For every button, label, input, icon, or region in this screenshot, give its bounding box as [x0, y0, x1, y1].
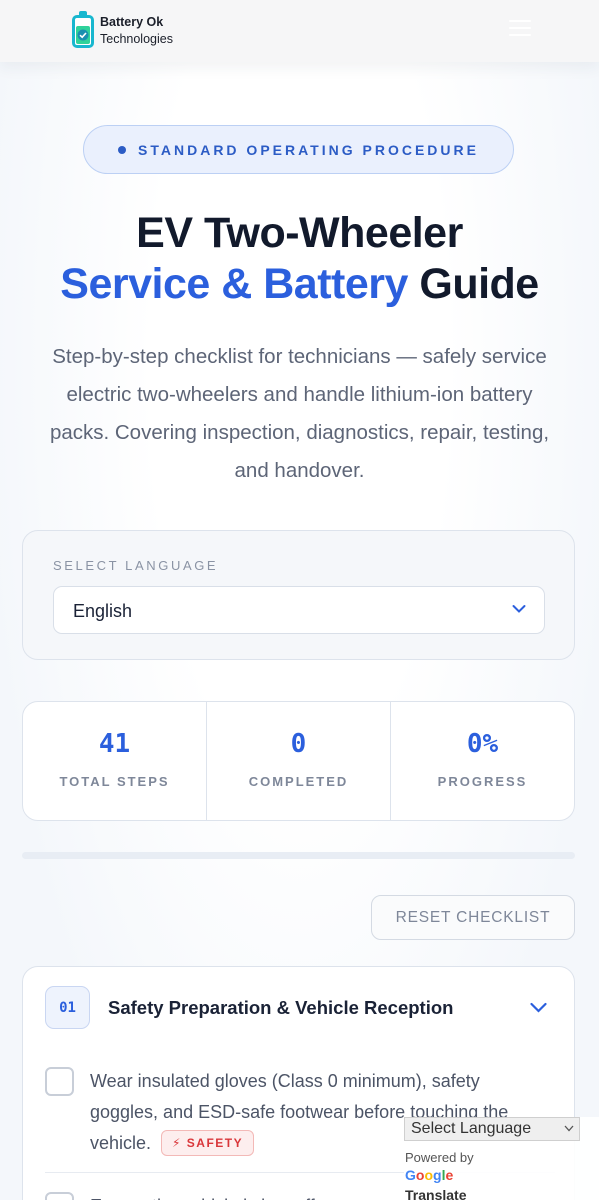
step-checkbox[interactable] [45, 1067, 74, 1096]
google-logo-letter: G [405, 1167, 416, 1183]
stat-progress-value: 0% [466, 729, 499, 759]
google-logo-letter: o [424, 1167, 434, 1183]
stat-completed-value: 0 [290, 729, 307, 759]
step-checkbox[interactable] [45, 1192, 74, 1200]
title-line1: EV Two-Wheeler [136, 209, 463, 257]
translate-select-label: Select Language [411, 1120, 532, 1137]
translate-language-select[interactable]: Select Language [404, 1117, 580, 1141]
safety-tag: ⚡ SAFETY [161, 1130, 255, 1156]
chevron-down-icon[interactable] [530, 1002, 547, 1013]
stat-total-steps-label: TOTAL STEPS [59, 774, 170, 789]
translate-link[interactable]: Translate [405, 1187, 466, 1200]
language-select[interactable]: English [53, 586, 545, 634]
eyebrow-badge: STANDARD OPERATING PROCEDURE [83, 125, 514, 174]
stat-completed-label: COMPLETED [248, 774, 349, 789]
brand-logo[interactable]: Battery Ok Technologies [72, 11, 182, 50]
section-number-badge: 01 [45, 986, 90, 1029]
dot-icon [118, 145, 127, 154]
stat-progress-label: PROGRESS [437, 774, 528, 789]
language-card: SELECT LANGUAGE English [22, 530, 575, 660]
title-accent: Service & Battery [60, 260, 408, 308]
powered-by-text: Powered by [405, 1150, 474, 1165]
brand-name: Battery Ok Technologies [100, 14, 173, 48]
hamburger-menu-icon[interactable] [509, 20, 531, 38]
language-label: SELECT LANGUAGE [53, 558, 219, 573]
page-subtitle: Step-by-step checklist for technicians —… [49, 345, 550, 482]
chevron-down-icon [564, 1125, 574, 1132]
section-title[interactable]: Safety Preparation & Vehicle Reception [108, 997, 453, 1019]
google-logo-letter: g [433, 1167, 442, 1183]
stats-card: 41 TOTAL STEPS 0 COMPLETED 0% PROGRESS [22, 701, 575, 821]
chevron-down-icon [512, 605, 526, 613]
top-header: Battery Ok Technologies [0, 0, 599, 62]
stat-total-steps: 41 TOTAL STEPS [23, 702, 206, 820]
google-translate-widget: Select Language Powered by Google Transl… [404, 1117, 599, 1200]
progress-bar [22, 852, 575, 859]
stat-completed: 0 COMPLETED [206, 702, 390, 820]
page-title: EV Two-Wheeler Service & Battery Guide [0, 208, 599, 310]
reset-checklist-button[interactable]: RESET CHECKLIST [371, 895, 575, 940]
check-mark-icon [77, 29, 89, 41]
eyebrow-text: STANDARD OPERATING PROCEDURE [138, 141, 479, 158]
language-selected-value: English [73, 601, 133, 621]
google-logo[interactable]: Google [405, 1167, 453, 1183]
brand-name-line1: Battery Ok [100, 15, 164, 29]
google-logo-letter: e [445, 1167, 454, 1183]
title-rest: Guide [419, 260, 539, 308]
stat-total-steps-value: 41 [98, 729, 131, 759]
brand-name-line2: Technologies [100, 32, 173, 46]
stat-progress: 0% PROGRESS [390, 702, 574, 820]
